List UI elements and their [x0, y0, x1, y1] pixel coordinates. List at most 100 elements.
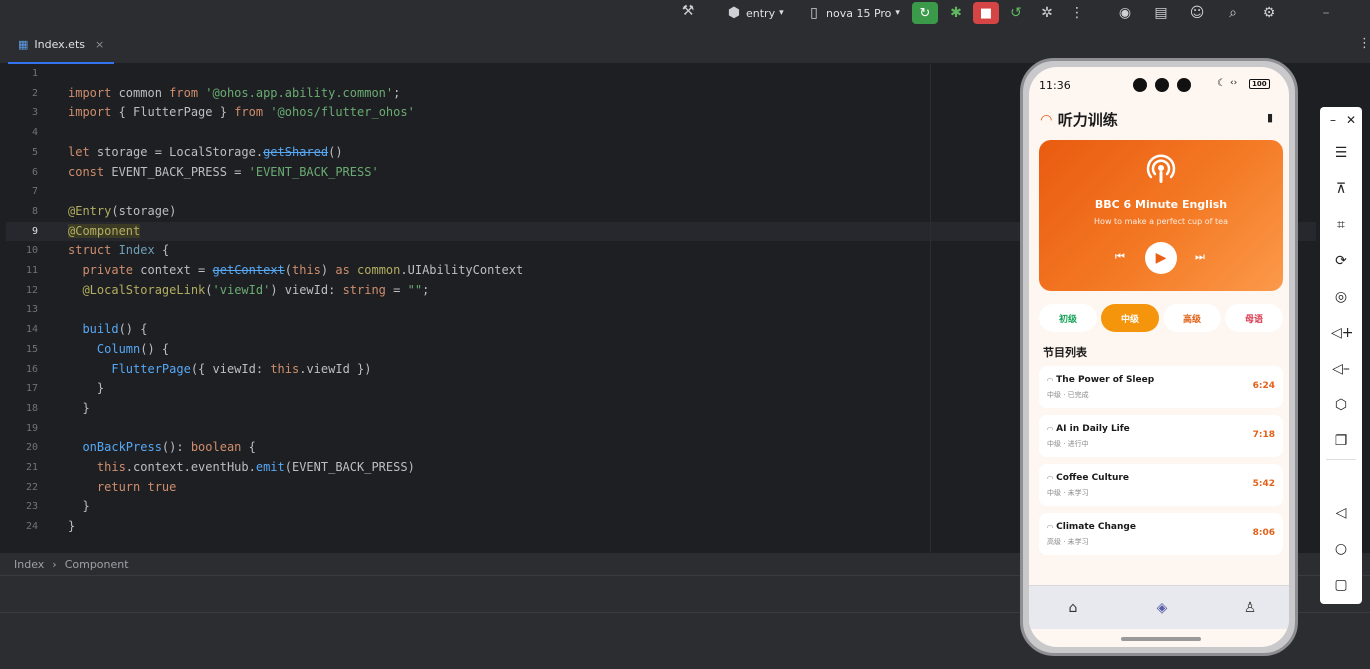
home-circle-icon[interactable]: ○ — [1331, 539, 1351, 559]
page-title: ◠ 听力训练 — [1041, 109, 1118, 130]
device-selector[interactable]: ▯ nova 15 Pro ▾ — [806, 0, 900, 26]
right-margin-guide — [930, 64, 931, 553]
breadcrumb-separator: › — [52, 557, 57, 571]
bottom-navigation: ⌂ ◈ ♙ — [1029, 585, 1289, 629]
code-editor[interactable]: 1 2 3 4 5 6 7 8 9 10 11 12 13 14 15 16 17 18 19 20 21 22 23 24 … — [0, 64, 1316, 553]
rotate-icon[interactable]: ⟳ — [1331, 251, 1351, 271]
minimize-icon[interactable]: – — [1323, 110, 1343, 130]
line-number: 13 — [25, 304, 38, 316]
home-indicator[interactable] — [1121, 637, 1201, 641]
code-line-23: } — [68, 499, 90, 514]
tab-level-native[interactable]: 母语 — [1225, 304, 1283, 332]
phone-screen[interactable]: 11:36 ☾ ‹› 100 ◠ 听力训练 ▮ BBC 6 Minute Eng… — [1029, 67, 1289, 647]
episode-meta: 中级 · 未学习 — [1047, 489, 1089, 497]
camera-dot — [1155, 78, 1169, 92]
gear-icon[interactable]: ⚙ — [1261, 5, 1277, 21]
play-button[interactable]: ▶ — [1145, 242, 1177, 274]
line-number: 4 — [31, 127, 38, 139]
level-label: 母语 — [1244, 314, 1263, 325]
line-number: 9 — [31, 225, 38, 237]
tab-index-ets[interactable]: ▦ Index.ets × — [8, 26, 115, 64]
code-line-3: import { FlutterPage } from '@ohos/flutt… — [68, 105, 415, 120]
tab-level-intermediate[interactable]: 中级 — [1101, 304, 1159, 332]
recents-icon[interactable]: ▢ — [1331, 575, 1351, 595]
profiler-icon[interactable]: ✲ — [1039, 5, 1055, 21]
apply-changes-icon[interactable]: ↺ — [1008, 5, 1024, 21]
build-hammer-icon[interactable]: ⚒ — [680, 3, 696, 19]
episode-meta: 中级 · 已完成 — [1047, 391, 1089, 399]
module-icon: ⬢ — [727, 5, 741, 21]
skip-previous-icon[interactable]: ⏮ — [1115, 250, 1125, 264]
code-line-9: @Component — [68, 223, 141, 238]
file-icon: ▦ — [18, 37, 29, 51]
folder-icon[interactable]: ▤ — [1153, 5, 1169, 21]
home-icon[interactable]: ⌂ — [1064, 599, 1082, 617]
chevron-down-icon: ▾ — [779, 8, 784, 18]
fold-icon[interactable]: ⬡ — [1331, 395, 1351, 415]
user-icon[interactable]: ♙ — [1241, 599, 1259, 617]
breadcrumb-item[interactable]: Component — [65, 558, 129, 571]
line-number: 15 — [25, 343, 38, 355]
code-line-6: const EVENT_BACK_PRESS = 'EVENT_BACK_PRE… — [68, 164, 379, 179]
code-line-12: @LocalStorageLink('viewId') viewId: stri… — [68, 282, 430, 297]
account-icon[interactable]: ☺ — [1189, 5, 1205, 21]
debug-icon[interactable]: ✱ — [948, 5, 964, 21]
episode-duration: 6:24 — [1252, 381, 1275, 391]
list-item[interactable]: ◠ AI in Daily Life 中级 · 进行中 7:18 — [1039, 415, 1283, 457]
headphones-icon: ◠ — [1047, 375, 1054, 385]
close-icon[interactable]: × — [95, 38, 104, 51]
emulator-toolbar: – ✕ ☰ ⊼ ⌗ ⟳ ◎ ◁+ ◁– ⬡ ❐ ◁ ○ ▢ — [1320, 107, 1362, 604]
episode-title: AI in Daily Life — [1056, 424, 1130, 434]
code-line-24: } — [68, 519, 76, 534]
now-playing-card[interactable]: BBC 6 Minute English How to make a perfe… — [1039, 140, 1283, 291]
back-icon[interactable]: ◁ — [1331, 503, 1351, 523]
search-icon[interactable]: ⌕ — [1225, 5, 1241, 21]
episode-duration: 5:42 — [1252, 479, 1275, 489]
location-icon[interactable]: ◎ — [1331, 287, 1351, 307]
tab-level-advanced[interactable]: 高级 — [1163, 304, 1221, 332]
volume-down-icon[interactable]: ◁– — [1331, 359, 1351, 379]
skip-next-icon[interactable]: ⏭ — [1195, 250, 1205, 264]
data-transfer-icon: ‹› — [1230, 78, 1238, 88]
more-vertical-icon[interactable]: ⋮ — [1069, 5, 1085, 21]
module-label: entry — [746, 6, 776, 20]
line-number: 3 — [31, 107, 38, 119]
line-number: 16 — [25, 363, 38, 375]
line-number: 8 — [31, 205, 38, 217]
stop-icon: ■ — [979, 5, 993, 21]
multi-screen-icon[interactable]: ❐ — [1331, 431, 1351, 451]
code-line-17: } — [68, 381, 105, 396]
code-line-11: private context = getContext(this) as co… — [68, 263, 524, 277]
target-icon[interactable]: ◉ — [1117, 5, 1133, 21]
module-selector[interactable]: ⬢ entry ▾ — [726, 0, 784, 26]
line-number: 18 — [25, 402, 38, 414]
compass-icon[interactable]: ◈ — [1153, 599, 1171, 617]
close-icon[interactable]: ✕ — [1341, 110, 1361, 130]
stats-bar-icon[interactable]: ▮ — [1267, 111, 1273, 124]
breadcrumb-item[interactable]: Index — [14, 558, 44, 571]
menu-icon[interactable]: ☰ — [1331, 143, 1351, 163]
list-item[interactable]: ◠ Coffee Culture 中级 · 未学习 5:42 — [1039, 464, 1283, 506]
crop-icon[interactable]: ⌗ — [1331, 215, 1351, 235]
code-line-18: } — [68, 400, 90, 415]
episode-title: The Power of Sleep — [1056, 375, 1155, 385]
level-label: 高级 — [1182, 314, 1201, 325]
episode-duration: 7:18 — [1252, 430, 1275, 440]
line-number: 24 — [25, 521, 38, 533]
code-line-20: onBackPress(): boolean { — [68, 440, 256, 455]
play-icon: ▶ — [1155, 250, 1167, 266]
list-item[interactable]: ◠ The Power of Sleep 中级 · 已完成 6:24 — [1039, 366, 1283, 408]
more-vertical-icon[interactable]: ⋮ — [1358, 36, 1370, 51]
line-number: 1 — [31, 68, 38, 79]
tab-level-beginner[interactable]: 初级 — [1039, 304, 1097, 332]
tab-filename: Index.ets — [34, 37, 85, 51]
line-number: 5 — [31, 146, 38, 158]
code-line-22: return true — [68, 479, 177, 494]
list-item[interactable]: ◠ Climate Change 高级 · 未学习 8:06 — [1039, 513, 1283, 555]
volume-up-icon[interactable]: ◁+ — [1331, 323, 1354, 343]
window-minimize-icon[interactable]: – — [1318, 5, 1334, 21]
stop-button[interactable]: ■ — [973, 2, 999, 24]
line-number: 23 — [25, 501, 38, 513]
pin-off-icon[interactable]: ⊼ — [1331, 179, 1351, 199]
run-button[interactable]: ↻ — [912, 2, 938, 24]
